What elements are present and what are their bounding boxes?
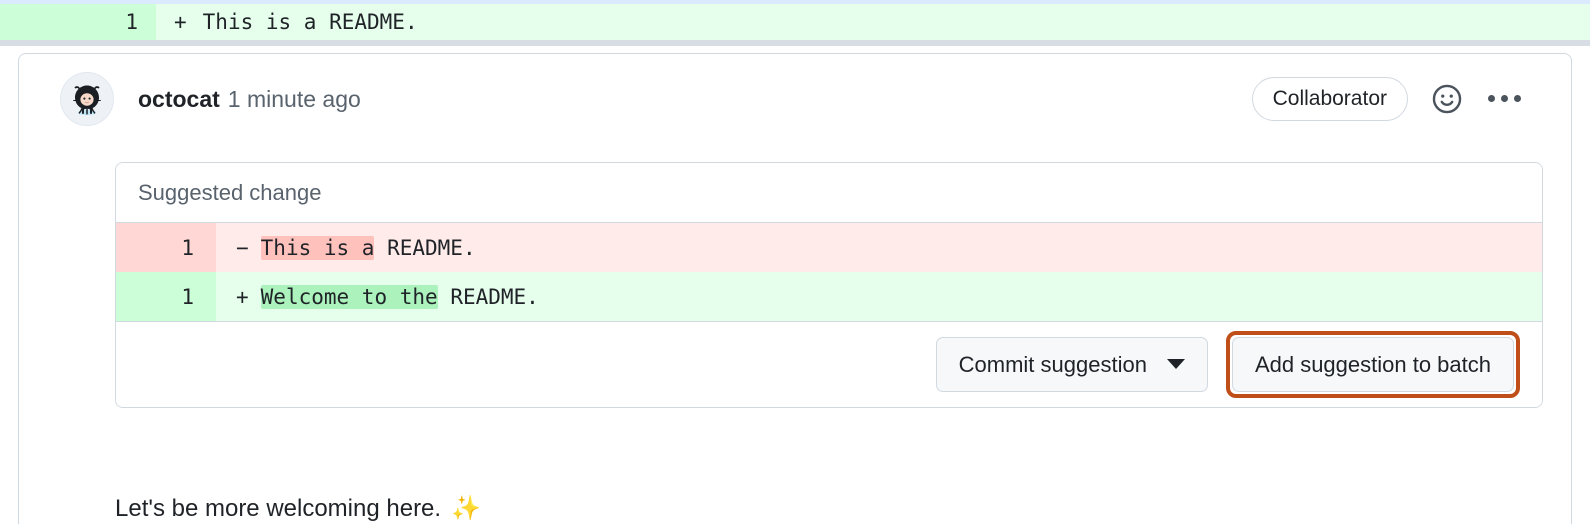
suggestion-line-number: 1 <box>116 272 216 321</box>
suggestion-actions: Commit suggestion Add suggestion to batc… <box>116 321 1542 407</box>
comment-header: octocat 1 minute ago Collaborator <box>19 54 1571 144</box>
comment-timestamp[interactable]: 1 minute ago <box>228 86 361 112</box>
suggested-change-box: Suggested change 1 − This is a README. 1 … <box>115 162 1543 408</box>
diff-comment-view: 1 + This is a README. octocat 1 minute a… <box>0 0 1590 524</box>
review-comment-card: octocat 1 minute ago Collaborator Sugges… <box>18 53 1572 524</box>
add-to-batch-highlight: Add suggestion to batch <box>1225 330 1520 399</box>
comment-author-name[interactable]: octocat <box>138 86 220 112</box>
suggestion-code-addition: + Welcome to the README. <box>216 272 1542 321</box>
diff-line-number: 1 <box>0 4 156 40</box>
add-suggestion-to-batch-label: Add suggestion to batch <box>1254 351 1491 377</box>
suggestion-code-deletion: − This is a README. <box>216 223 1542 272</box>
comment-text: Let's be more welcoming here. <box>115 494 442 522</box>
added-words: Welcome to the <box>260 284 438 309</box>
octocat-icon <box>72 85 102 116</box>
comment-header-actions: Collaborator <box>1251 76 1547 122</box>
addition-rest: README. <box>437 284 539 309</box>
status-badge: Collaborator <box>1251 76 1408 122</box>
deleted-words: This is a <box>260 235 375 260</box>
deletion-rest: README. <box>374 235 476 260</box>
file-diff-line-addition[interactable]: 1 + This is a README. <box>0 4 1590 40</box>
smiley-icon[interactable] <box>1430 82 1464 116</box>
suggestion-row-deletion: 1 − This is a README. <box>116 223 1542 272</box>
comment-author-line: octocat 1 minute ago <box>138 86 361 112</box>
commit-suggestion-label: Commit suggestion <box>958 351 1147 377</box>
sparkles-icon: ✨ <box>451 495 481 522</box>
suggestion-line-number: 1 <box>116 223 216 272</box>
suggested-change-title: Suggested change <box>116 163 1542 223</box>
diff-line-code: + This is a README. <box>156 4 1590 40</box>
diff-row-divider <box>0 40 1590 46</box>
diff-marker-minus: − <box>236 235 249 260</box>
diff-marker-plus: + <box>174 10 187 34</box>
diff-marker-plus: + <box>236 284 249 309</box>
chevron-down-icon[interactable] <box>1166 359 1185 370</box>
commit-suggestion-button[interactable]: Commit suggestion <box>935 336 1208 393</box>
add-suggestion-to-batch-button[interactable]: Add suggestion to batch <box>1231 336 1514 393</box>
diff-code-text: This is a README. <box>202 10 418 34</box>
avatar[interactable] <box>60 72 114 126</box>
suggestion-row-addition: 1 + Welcome to the README. <box>116 272 1542 321</box>
comment-body-text: Let's be more welcoming here. ✨ <box>115 494 481 523</box>
kebab-menu-icon[interactable] <box>1486 91 1523 106</box>
